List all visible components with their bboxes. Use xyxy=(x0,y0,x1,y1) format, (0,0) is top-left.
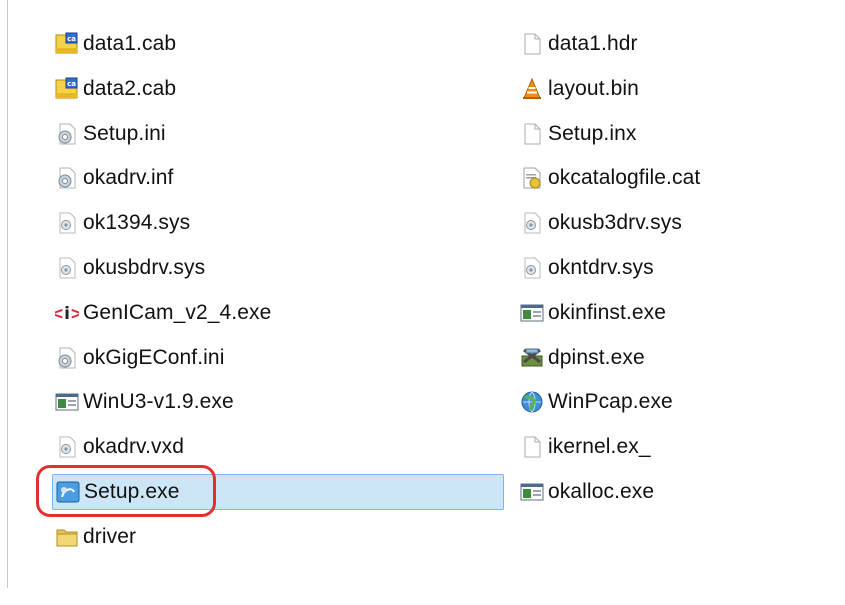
cab-archive-icon-glyph: ca xyxy=(55,77,78,99)
cab-archive-icon-glyph: ca xyxy=(55,32,78,54)
application-icon xyxy=(520,301,544,325)
system-file-icon-glyph xyxy=(524,212,541,234)
file-item[interactable]: okadrv.inf xyxy=(55,160,174,196)
settings-file-icon xyxy=(55,166,79,190)
blank-file-icon-glyph xyxy=(524,123,541,145)
genicam-app-icon: <i> xyxy=(55,301,79,325)
system-file-icon-glyph xyxy=(59,436,76,458)
settings-file-icon-glyph xyxy=(58,123,76,145)
file-name-label: Setup.inx xyxy=(548,122,637,145)
file-item[interactable]: okntdrv.sys xyxy=(520,250,654,286)
settings-file-icon xyxy=(55,122,79,146)
svg-text:ca: ca xyxy=(67,35,76,43)
settings-file-icon-glyph xyxy=(58,167,76,189)
file-name-label: WinPcap.exe xyxy=(548,390,673,413)
file-item[interactable]: okadrv.vxd xyxy=(55,429,184,465)
blank-file-icon-glyph xyxy=(524,436,541,458)
winpcap-globe-icon xyxy=(520,390,544,414)
file-item[interactable]: okusb3drv.sys xyxy=(520,205,682,241)
security-catalog-icon xyxy=(520,166,544,190)
svg-text:<i>: <i> xyxy=(55,304,79,324)
system-file-icon-glyph xyxy=(59,257,76,279)
file-name-label: okusb3drv.sys xyxy=(548,211,682,234)
settings-file-icon xyxy=(55,346,79,370)
file-name-label: okusbdrv.sys xyxy=(83,256,206,279)
file-name-label: okalloc.exe xyxy=(548,480,655,503)
file-item[interactable]: ca data2.cab xyxy=(55,71,176,107)
file-item[interactable]: layout.bin xyxy=(520,71,639,107)
system-file-icon xyxy=(55,256,79,280)
application-icon xyxy=(55,390,79,414)
file-name-label: driver xyxy=(83,525,137,548)
cab-archive-icon: ca xyxy=(55,77,79,101)
file-item[interactable]: data1.hdr xyxy=(520,26,638,62)
setup-installer-icon xyxy=(56,480,80,504)
system-file-icon-glyph xyxy=(524,257,541,279)
system-file-icon-glyph xyxy=(59,212,76,234)
file-name-label: layout.bin xyxy=(548,77,639,100)
folder-icon-glyph xyxy=(56,529,78,547)
svg-text:ca: ca xyxy=(67,80,76,88)
file-item[interactable]: okinfinst.exe xyxy=(520,295,666,331)
system-file-icon xyxy=(55,211,79,235)
file-item[interactable]: ikernel.ex_ xyxy=(520,429,651,465)
file-name-label: Setup.exe xyxy=(84,480,180,503)
vlc-cone-icon-glyph xyxy=(523,77,541,99)
file-item[interactable]: Setup.ini xyxy=(55,116,166,152)
file-name-label: okGigEConf.ini xyxy=(83,346,225,369)
blank-file-icon-glyph xyxy=(524,33,541,55)
setup-installer-icon-glyph xyxy=(56,481,80,503)
file-item[interactable]: Setup.inx xyxy=(520,116,636,152)
file-name-label: okntdrv.sys xyxy=(548,256,654,279)
file-name-label: dpinst.exe xyxy=(548,346,645,369)
file-name-label: GenICam_v2_4.exe xyxy=(83,301,272,324)
file-item[interactable]: okGigEConf.ini xyxy=(55,340,224,376)
file-item[interactable]: driver xyxy=(55,519,136,555)
system-file-icon xyxy=(520,256,544,280)
folder-icon xyxy=(55,525,79,549)
blank-file-icon xyxy=(520,32,544,56)
pane-divider xyxy=(7,0,8,588)
file-item[interactable]: WinPcap.exe xyxy=(520,384,673,420)
application-icon xyxy=(520,480,544,504)
application-icon-glyph xyxy=(520,304,544,322)
file-item[interactable]: okalloc.exe xyxy=(520,474,654,510)
winpcap-globe-icon-glyph xyxy=(521,391,543,413)
file-name-label: ikernel.ex_ xyxy=(548,435,651,458)
file-name-label: data1.cab xyxy=(83,32,177,55)
file-item[interactable]: WinU3-v1.9.exe xyxy=(55,384,234,420)
file-item[interactable]: Setup.exe xyxy=(52,474,504,510)
genicam-app-icon-glyph: <i> xyxy=(55,304,79,324)
application-icon-glyph xyxy=(55,393,79,411)
blank-file-icon xyxy=(520,435,544,459)
system-file-icon xyxy=(55,435,79,459)
application-icon-glyph xyxy=(520,483,544,501)
file-item[interactable]: ok1394.sys xyxy=(55,205,190,241)
file-name-label: ok1394.sys xyxy=(83,211,191,234)
blank-file-icon xyxy=(520,122,544,146)
file-item[interactable]: <i> GenICam_v2_4.exe xyxy=(55,295,271,331)
file-name-label: data2.cab xyxy=(83,77,177,100)
file-name-label: okadrv.vxd xyxy=(83,435,184,458)
security-catalog-icon-glyph xyxy=(523,167,541,189)
file-name-label: WinU3-v1.9.exe xyxy=(83,390,234,413)
file-name-label: okcatalogfile.cat xyxy=(548,166,701,189)
file-name-label: okadrv.inf xyxy=(83,166,174,189)
file-item[interactable]: ca data1.cab xyxy=(55,26,176,62)
file-item[interactable]: okcatalogfile.cat xyxy=(520,160,700,196)
file-item[interactable]: dpinst.exe xyxy=(520,340,645,376)
file-item[interactable]: okusbdrv.sys xyxy=(55,250,205,286)
system-file-icon xyxy=(520,211,544,235)
file-name-label: okinfinst.exe xyxy=(548,301,667,324)
vlc-cone-icon xyxy=(520,77,544,101)
driver-installer-icon xyxy=(520,346,544,370)
file-name-label: data1.hdr xyxy=(548,32,638,55)
file-name-label: Setup.ini xyxy=(83,122,166,145)
settings-file-icon-glyph xyxy=(58,347,76,369)
driver-installer-icon-glyph xyxy=(521,348,543,367)
cab-archive-icon: ca xyxy=(55,32,79,56)
